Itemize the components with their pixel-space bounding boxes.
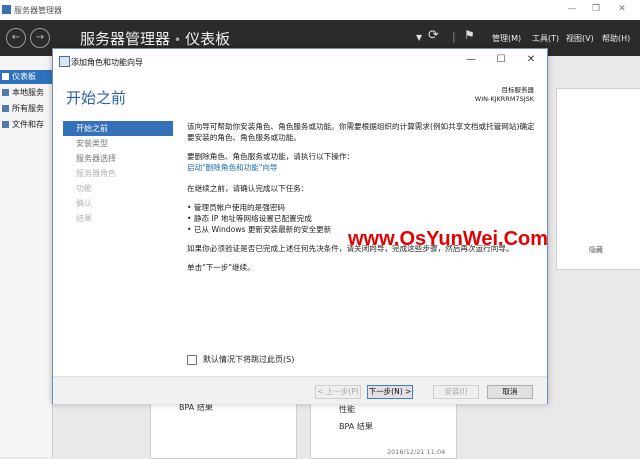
continue-paragraph: 单击"下一步"继续。	[187, 263, 255, 272]
breadcrumb-separator: •	[174, 33, 182, 47]
skip-page-checkbox[interactable]	[187, 354, 197, 365]
restore-icon[interactable]: ❐	[588, 3, 604, 15]
prereq-heading: 在继续之前，请确认完成以下任务：	[187, 184, 309, 193]
sidebar-item-label: 仪表板	[12, 72, 36, 81]
sidebar-item-local-server[interactable]: 本地服务	[0, 86, 52, 100]
wizard-footer: < 上一步(P) 下一步(N) > 安装(I) 取消	[53, 376, 547, 404]
server-manager-sidebar: 仪表板 本地服务 所有服务 文件和存	[0, 56, 53, 457]
sidebar-item-dashboard[interactable]: 仪表板	[0, 70, 52, 84]
wizard-steps: 开始之前 安装类型 服务器选择 服务器角色 功能 确认 结果	[63, 121, 173, 226]
next-button[interactable]: 下一步(N) >	[367, 385, 413, 399]
wizard-title: 添加角色和功能向导	[71, 58, 143, 67]
install-button[interactable]: 安装(I)	[433, 385, 479, 399]
dashboard-card-left: BPA 结果	[150, 395, 297, 459]
menu-help[interactable]: 帮助(H)	[602, 33, 630, 44]
hide-link[interactable]: 隐藏	[589, 245, 603, 255]
wizard-titlebar: 添加角色和功能向导 — ☐ ✕	[53, 49, 547, 73]
wizard-heading: 开始之前	[66, 89, 127, 107]
step-results: 结果	[76, 214, 92, 223]
step-confirmation: 确认	[76, 199, 92, 208]
server-manager-titlebar: 服务器管理器 — ❐ ✕	[0, 0, 640, 21]
dashboard-panel-right: 隐藏	[556, 88, 640, 270]
sidebar-item-all-servers[interactable]: 所有服务	[0, 102, 52, 116]
previous-button[interactable]: < 上一步(P)	[315, 385, 361, 399]
breadcrumb-app[interactable]: 服务器管理器	[80, 30, 170, 48]
list-item: 静态 IP 地址等网络设置已配置完成	[187, 213, 537, 224]
step-installation-type[interactable]: 安装类型	[63, 136, 173, 151]
skip-page-option[interactable]: 默认情况下将跳过此页(S)	[187, 354, 294, 365]
back-arrow-icon[interactable]: ←	[6, 28, 26, 48]
remove-wizard-link[interactable]: 启动"删除角色和功能"向导	[187, 163, 278, 172]
target-server-name: WIN-KJKRRM7SJSK	[474, 95, 534, 103]
sidebar-item-file-storage[interactable]: 文件和存	[0, 118, 52, 132]
wizard-content: 该向导可帮助你安装角色、角色服务或功能。你需要根据组织的计算需求(例如共享文档或…	[187, 121, 537, 281]
close-icon[interactable]: ✕	[523, 53, 539, 67]
dropdown-chevron-icon[interactable]: ▼	[416, 33, 422, 42]
step-server-roles: 服务器角色	[76, 169, 116, 178]
watermark: www.OsYunWei.Com	[348, 228, 549, 250]
sidebar-item-label: 本地服务	[12, 88, 44, 97]
servers-icon	[2, 105, 9, 112]
window-title: 服务器管理器	[14, 6, 62, 15]
target-server-label: 目标服务器	[501, 86, 535, 94]
divider-icon: |	[452, 30, 456, 43]
server-manager-app-icon	[2, 5, 11, 14]
intro-paragraph: 该向导可帮助你安装角色、角色服务或功能。你需要根据组织的计算需求(例如共享文档或…	[187, 122, 535, 142]
sidebar-item-label: 文件和存	[12, 120, 44, 129]
minimize-icon[interactable]: —	[564, 3, 580, 15]
card-bpa-label[interactable]: BPA 结果	[339, 421, 373, 432]
step-before-you-begin[interactable]: 开始之前	[63, 121, 173, 136]
forward-arrow-icon[interactable]: →	[30, 28, 50, 48]
remove-text: 要删除角色、角色服务或功能，请执行以下操作：	[187, 152, 355, 161]
storage-icon	[2, 121, 9, 128]
step-features: 功能	[76, 184, 92, 193]
menu-view[interactable]: 视图(V)	[566, 33, 594, 44]
menu-tools[interactable]: 工具(T)	[532, 33, 559, 44]
maximize-icon[interactable]: ☐	[493, 53, 509, 67]
wizard-app-icon	[59, 56, 70, 67]
minimize-icon[interactable]: —	[463, 53, 479, 67]
card-timestamp: 2016/12/21 11:04	[387, 448, 446, 456]
step-server-selection[interactable]: 服务器选择	[63, 151, 173, 166]
menu-manage[interactable]: 管理(M)	[492, 33, 521, 44]
breadcrumb: 服务器管理器 • 仪表板	[80, 28, 230, 49]
dashboard-card-right: 性能 BPA 结果 2016/12/21 11:04	[310, 395, 457, 459]
sidebar-item-label: 所有服务	[12, 104, 44, 113]
refresh-icon[interactable]: ⟳	[428, 28, 439, 43]
skip-page-label: 默认情况下将跳过此页(S)	[203, 355, 295, 364]
close-icon[interactable]: ✕	[614, 3, 630, 15]
list-item: 管理员帐户使用的是强密码	[187, 202, 537, 213]
add-roles-wizard-dialog: 添加角色和功能向导 — ☐ ✕ 开始之前 目标服务器 WIN-KJKRRM7SJ…	[52, 48, 548, 404]
server-icon	[2, 89, 9, 96]
remove-paragraph: 要删除角色、角色服务或功能，请执行以下操作： 启动"删除角色和功能"向导	[187, 151, 537, 173]
dashboard-icon	[2, 73, 9, 80]
target-server: 目标服务器 WIN-KJKRRM7SJSK	[475, 86, 534, 104]
breadcrumb-page: 仪表板	[185, 30, 231, 48]
cancel-button[interactable]: 取消	[487, 385, 533, 399]
card-performance-label[interactable]: 性能	[339, 404, 355, 415]
notifications-flag-icon[interactable]: ⚑	[464, 28, 475, 42]
